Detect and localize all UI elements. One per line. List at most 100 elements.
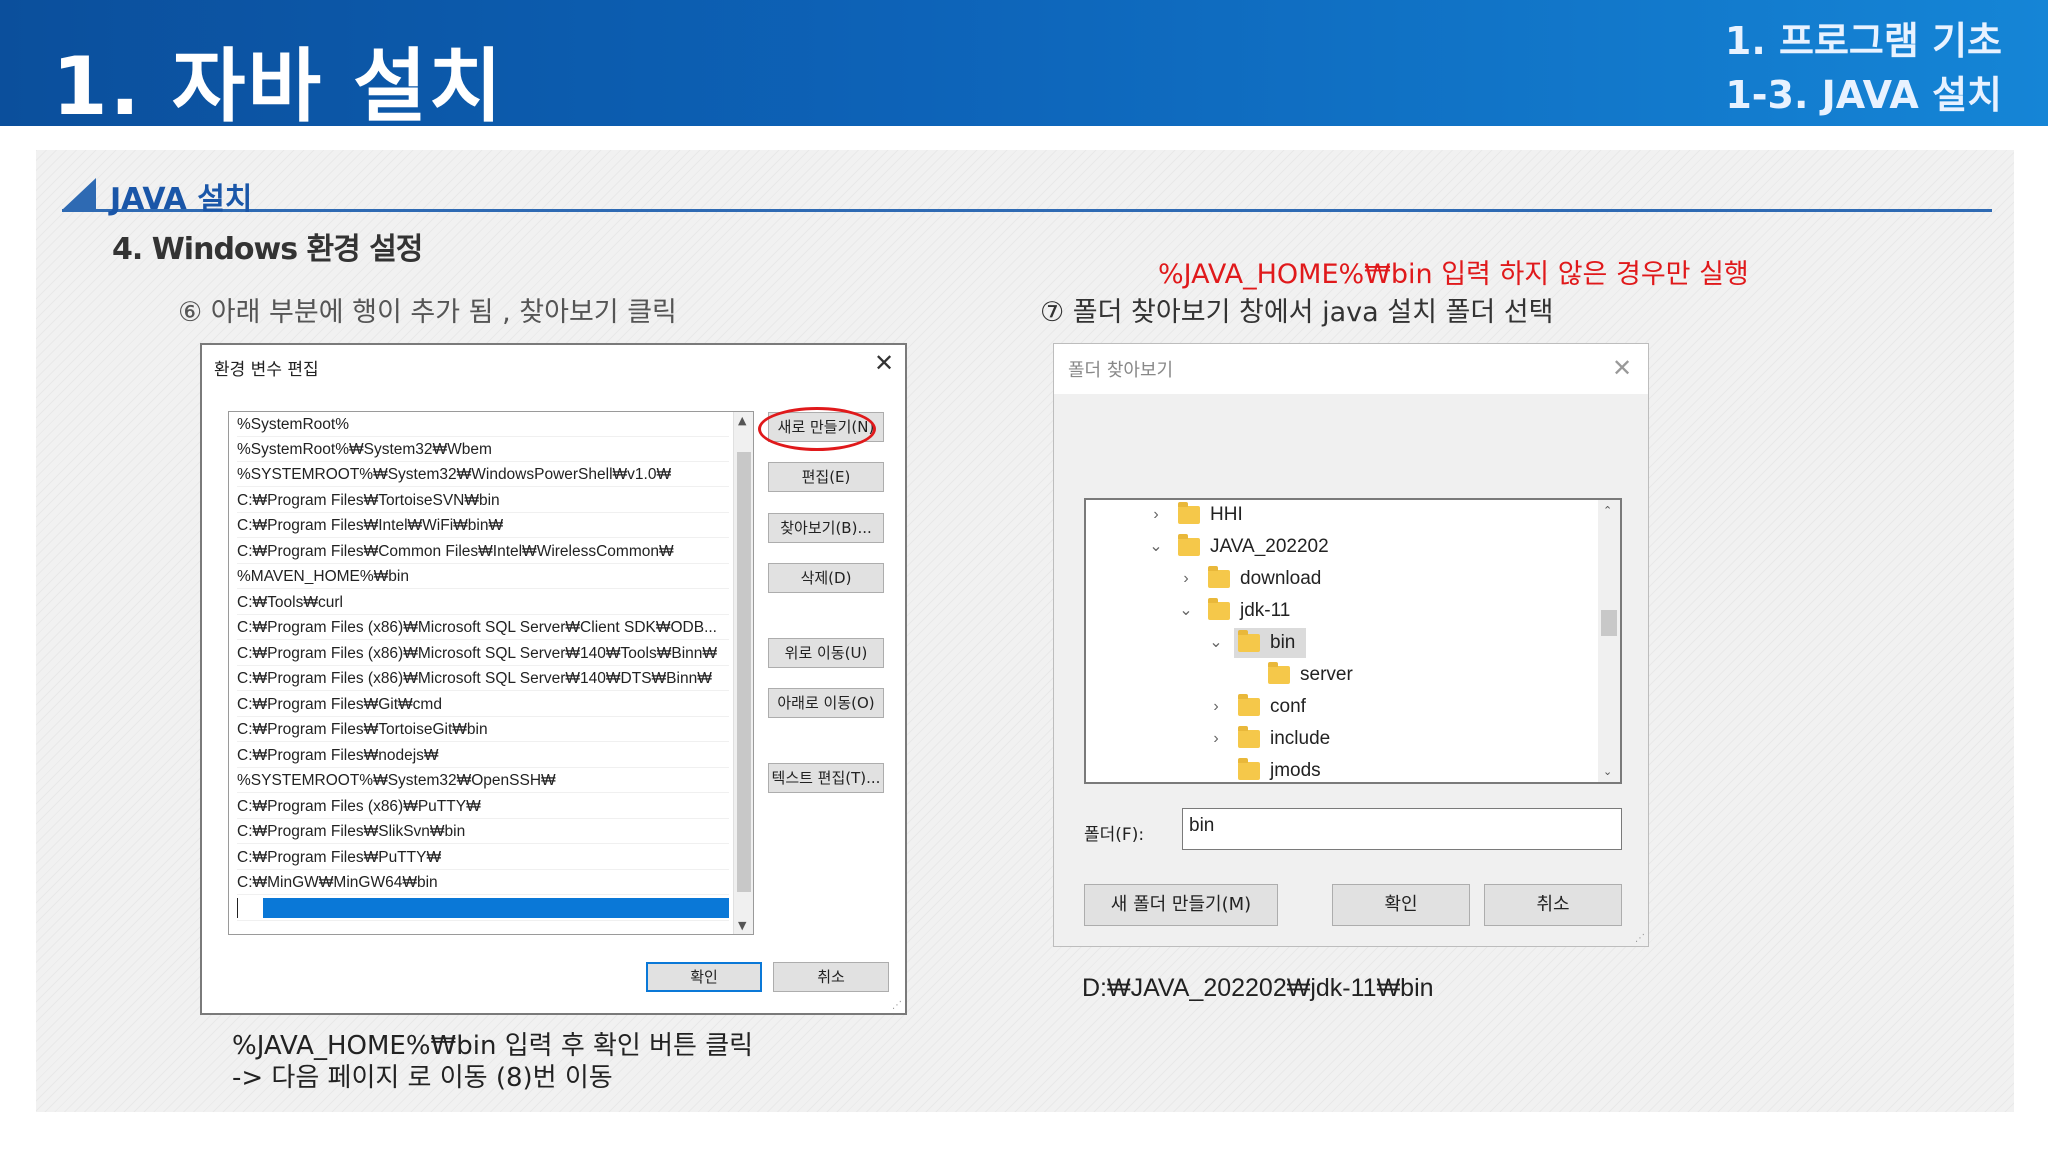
cancel-button[interactable]: 취소 <box>773 962 889 992</box>
dialog-title: 환경 변수 편집 <box>214 360 319 380</box>
folder-browse-dialog: 폴더 찾아보기 ✕ › HHI ⌄ JAVA_202202 › download… <box>1053 343 1649 947</box>
delete-button[interactable]: 삭제(D) <box>768 563 884 593</box>
tree-item-jdk[interactable]: ⌄ jdk-11 <box>1086 596 1596 626</box>
scroll-down-icon[interactable]: ▼ <box>738 919 746 932</box>
scroll-up-icon[interactable]: ▲ <box>738 414 746 427</box>
tree-item-label: jmods <box>1270 760 1321 781</box>
tree-item-label: jdk-11 <box>1240 600 1291 621</box>
new-entry-row[interactable] <box>237 896 729 921</box>
tree-item-label: download <box>1240 568 1322 589</box>
new-folder-button[interactable]: 새 폴더 만들기(M) <box>1084 884 1278 926</box>
scroll-thumb[interactable] <box>1601 610 1617 636</box>
env-variable-dialog: 환경 변수 편집 ✕ %SystemRoot% %SystemRoot%₩Sys… <box>200 343 907 1015</box>
list-item[interactable]: C:₩Program Files₩TortoiseGit₩bin <box>237 717 729 742</box>
folder-input[interactable]: bin <box>1182 808 1622 850</box>
dialog-title: 폴더 찾아보기 <box>1068 360 1174 381</box>
chevron-down-icon[interactable]: ⌄ <box>1176 596 1196 626</box>
tree-item-download[interactable]: › download <box>1086 564 1596 594</box>
tree-item-label: JAVA_202202 <box>1210 536 1329 557</box>
list-item[interactable]: %SYSTEMROOT%₩System32₩OpenSSH₩ <box>237 768 729 793</box>
list-item[interactable]: C:₩Program Files (x86)₩Microsoft SQL Ser… <box>237 641 729 666</box>
install-path-text: D:₩JAVA_202202₩jdk-11₩bin <box>1082 974 1434 1002</box>
highlight-circle <box>758 407 876 451</box>
list-item[interactable]: C:₩Program Files₩Intel₩WiFi₩bin₩ <box>237 513 729 538</box>
chevron-down-icon[interactable]: ⌄ <box>1206 628 1226 658</box>
close-icon[interactable]: ✕ <box>874 351 894 375</box>
list-item[interactable]: C:₩MinGW₩MinGW64₩bin <box>237 870 729 895</box>
list-item[interactable]: %SYSTEMROOT%₩System32₩WindowsPowerShell₩… <box>237 462 729 487</box>
list-item[interactable]: C:₩Program Files₩TortoiseSVN₩bin <box>237 488 729 513</box>
move-down-button[interactable]: 아래로 이동(O) <box>768 688 884 718</box>
tree-item-jmods[interactable]: jmods <box>1086 756 1596 782</box>
list-item[interactable]: C:₩Program Files (x86)₩Microsoft SQL Ser… <box>237 666 729 691</box>
folder-icon <box>1238 726 1260 748</box>
scroll-down-icon[interactable]: ⌄ <box>1603 765 1612 778</box>
list-item[interactable]: C:₩Program Files (x86)₩PuTTY₩ <box>237 794 729 819</box>
scroll-up-icon[interactable]: ⌃ <box>1603 504 1612 517</box>
list-item[interactable]: C:₩Program Files₩Git₩cmd <box>237 692 729 717</box>
header-banner: 1. 자바 설치 1. 프로그램 기초 1-3. JAVA 설치 <box>0 0 2048 133</box>
close-icon[interactable]: ✕ <box>1612 356 1632 380</box>
tree-item-label: conf <box>1270 696 1306 717</box>
chevron-right-icon[interactable]: › <box>1206 692 1226 722</box>
tree-item-bin[interactable]: ⌄ bin <box>1086 628 1596 658</box>
bottom-note: %JAVA_HOME%₩bin 입력 후 확인 버튼 클릭 -> 다음 페이지 … <box>232 1030 753 1094</box>
tree-item-label: bin <box>1270 632 1296 653</box>
list-item[interactable]: C:₩Program Files₩nodejs₩ <box>237 743 729 768</box>
instruction-left: ⑥ 아래 부분에 행이 추가 됨 , 찾아보기 클릭 <box>178 297 677 328</box>
folder-field-label: 폴더(F): <box>1084 825 1145 845</box>
list-item[interactable]: C:₩Program Files₩PuTTY₩ <box>237 845 729 870</box>
list-item[interactable]: C:₩Program Files₩Common Files₩Intel₩Wire… <box>237 539 729 564</box>
chevron-right-icon[interactable]: › <box>1176 564 1196 594</box>
breadcrumb-chapter: 1. 프로그램 기초 <box>1724 19 2002 63</box>
resize-grip-icon[interactable]: ⋰ <box>1635 933 1645 944</box>
new-entry-selection[interactable] <box>263 898 729 918</box>
list-item[interactable]: %SystemRoot%₩System32₩Wbem <box>237 437 729 462</box>
list-item[interactable]: C:₩Program Files (x86)₩Microsoft SQL Ser… <box>237 615 729 640</box>
folder-tree[interactable]: › HHI ⌄ JAVA_202202 › download ⌄ jdk-11 … <box>1084 498 1622 784</box>
tree-item-include[interactable]: › include <box>1086 724 1596 754</box>
resize-grip-icon[interactable]: ⋰ <box>892 1000 902 1011</box>
scroll-thumb[interactable] <box>737 452 751 892</box>
folder-icon <box>1238 758 1260 780</box>
tree-item-conf[interactable]: › conf <box>1086 692 1596 722</box>
section-header: JAVA 설치 <box>62 172 1992 217</box>
folder-icon <box>1268 662 1290 684</box>
move-up-button[interactable]: 위로 이동(U) <box>768 638 884 668</box>
section-label: JAVA 설치 <box>110 182 253 217</box>
ok-button[interactable]: 확인 <box>1332 884 1470 926</box>
list-item[interactable]: C:₩Program Files₩SlikSvn₩bin <box>237 819 729 844</box>
step-title: 4. Windows 환경 설정 <box>112 232 423 267</box>
dialog-titlebar: 폴더 찾아보기 ✕ <box>1054 344 1648 394</box>
tree-item-hhi[interactable]: › HHI <box>1086 500 1596 530</box>
folder-icon <box>1208 566 1230 588</box>
tree-item-label: include <box>1270 728 1331 749</box>
breadcrumb: 1. 프로그램 기초 1-3. JAVA 설치 <box>1725 14 2002 122</box>
browse-button[interactable]: 찾아보기(B)... <box>768 513 884 543</box>
text-caret <box>237 898 238 918</box>
ok-button[interactable]: 확인 <box>646 962 762 992</box>
chevron-right-icon[interactable]: › <box>1146 500 1166 530</box>
edit-button[interactable]: 편집(E) <box>768 462 884 492</box>
list-scrollbar[interactable]: ▲ ▼ <box>733 412 753 934</box>
folder-icon <box>1178 534 1200 556</box>
triangle-icon <box>62 178 96 210</box>
tree-scrollbar[interactable]: ⌃ ⌄ <box>1598 500 1620 782</box>
tree-item-label: HHI <box>1210 504 1243 525</box>
path-list[interactable]: %SystemRoot% %SystemRoot%₩System32₩Wbem … <box>228 411 754 935</box>
folder-icon <box>1238 694 1260 716</box>
chevron-right-icon[interactable]: › <box>1206 724 1226 754</box>
conditional-note: %JAVA_HOME%₩bin 입력 하지 않은 경우만 실행 <box>1158 259 1749 290</box>
text-edit-button[interactable]: 텍스트 편집(T)... <box>768 763 884 793</box>
list-item[interactable]: C:₩Tools₩curl <box>237 590 729 615</box>
list-item[interactable]: %SystemRoot% <box>237 412 729 437</box>
folder-icon <box>1178 502 1200 524</box>
bottom-note-line1: %JAVA_HOME%₩bin 입력 후 확인 버튼 클릭 <box>232 1031 754 1061</box>
bottom-note-line2: -> 다음 페이지 로 이동 (8)번 이동 <box>232 1063 613 1093</box>
tree-item-server[interactable]: server <box>1086 660 1596 690</box>
tree-item-java[interactable]: ⌄ JAVA_202202 <box>1086 532 1596 562</box>
list-item[interactable]: %MAVEN_HOME%₩bin <box>237 564 729 589</box>
chevron-down-icon[interactable]: ⌄ <box>1146 532 1166 562</box>
cancel-button[interactable]: 취소 <box>1484 884 1622 926</box>
folder-icon <box>1238 630 1260 652</box>
